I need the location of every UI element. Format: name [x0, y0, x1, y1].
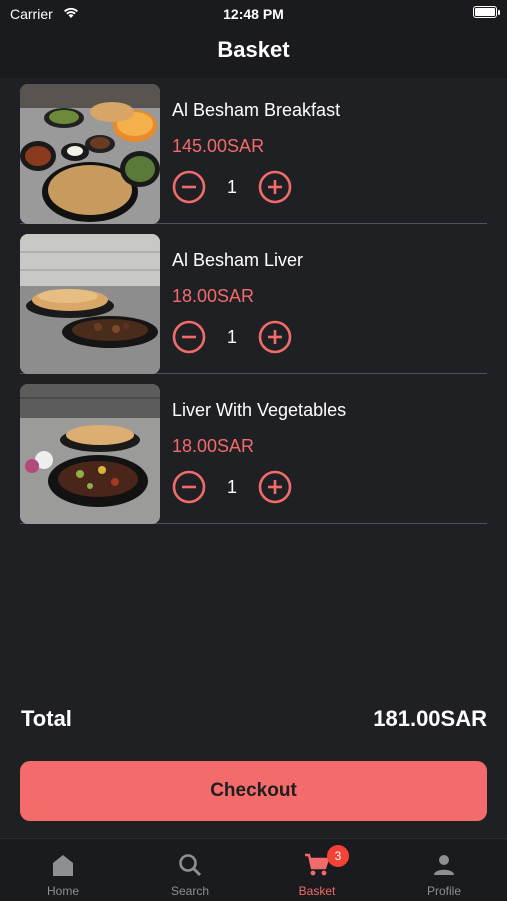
tab-bar: Home Search 3 Basket Profile [0, 838, 507, 901]
basket-item: Liver With Vegetables 18.00SAR 1 [20, 378, 487, 524]
tab-label: Basket [298, 884, 336, 898]
basket-item: Al Besham Liver 18.00SAR 1 [20, 228, 487, 374]
cart-count-badge: 3 [327, 845, 349, 867]
basket-item: Al Besham Breakfast 145.00SAR 1 [20, 78, 487, 224]
tab-search[interactable]: Search [127, 839, 253, 901]
decrease-quantity-button[interactable] [172, 170, 206, 204]
battery-icon [473, 6, 500, 18]
decrease-quantity-button[interactable] [172, 320, 206, 354]
increase-quantity-button[interactable] [258, 320, 292, 354]
item-quantity: 1 [226, 477, 237, 497]
tab-label: Search [170, 884, 210, 898]
home-icon [53, 855, 73, 876]
food-image [20, 384, 160, 524]
tab-label: Home [46, 884, 79, 898]
tab-basket[interactable]: 3 Basket [254, 839, 380, 901]
decrease-quantity-button[interactable] [172, 470, 206, 504]
checkout-button[interactable]: Checkout [20, 761, 487, 821]
plus-circle-icon [258, 320, 292, 354]
item-name: Al Besham Liver [172, 250, 304, 270]
item-quantity: 1 [226, 177, 237, 197]
search-icon [179, 854, 202, 877]
food-image [20, 84, 160, 224]
item-name: Al Besham Breakfast [172, 100, 341, 120]
tab-label: Profile [426, 884, 461, 898]
person-icon [434, 855, 454, 875]
tab-home[interactable]: Home [0, 839, 126, 901]
item-price: 145.00SAR [172, 136, 265, 156]
status-bar: Carrier 12:48 PM [0, 0, 507, 28]
item-price: 18.00SAR [172, 436, 255, 456]
increase-quantity-button[interactable] [258, 170, 292, 204]
tab-profile[interactable]: Profile [381, 839, 507, 901]
increase-quantity-button[interactable] [258, 470, 292, 504]
minus-circle-icon [172, 320, 206, 354]
minus-circle-icon [172, 470, 206, 504]
quantity-stepper: 1 [172, 470, 312, 504]
plus-circle-icon [258, 470, 292, 504]
minus-circle-icon [172, 170, 206, 204]
clock: 12:48 PM [223, 6, 284, 22]
total-label: Total [21, 706, 72, 731]
top-bar: Carrier 12:48 PM Basket [0, 0, 507, 78]
plus-circle-icon [258, 170, 292, 204]
item-price: 18.00SAR [172, 286, 255, 306]
page-title: Basket [217, 37, 290, 62]
quantity-stepper: 1 [172, 320, 312, 354]
total-value: 181.00SAR [373, 706, 487, 731]
item-quantity: 1 [226, 327, 237, 347]
quantity-stepper: 1 [172, 170, 312, 204]
item-name: Liver With Vegetables [172, 400, 347, 420]
food-image [20, 234, 160, 374]
